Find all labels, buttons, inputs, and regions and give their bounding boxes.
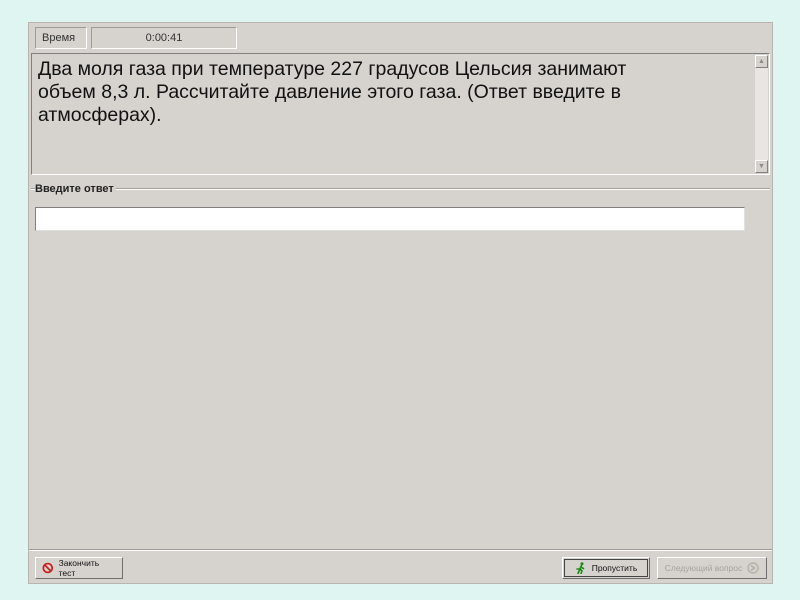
question-scrollbar[interactable]: ▲ ▼ bbox=[755, 55, 768, 173]
skip-label: Пропустить bbox=[591, 563, 638, 573]
next-question-button[interactable]: Следующий вопрос bbox=[657, 557, 767, 579]
timer-label: Время bbox=[35, 27, 87, 49]
running-man-icon bbox=[575, 562, 585, 574]
finish-test-button[interactable]: Закончить тест bbox=[35, 557, 123, 579]
answer-label: Введите ответ bbox=[35, 183, 116, 195]
timer-bar: Время 0:00:41 bbox=[35, 27, 237, 49]
question-text: Два моля газа при температуре 227 градус… bbox=[38, 58, 627, 126]
timer-value: 0:00:41 bbox=[91, 27, 237, 49]
test-window: Время 0:00:41 Два моля газа при температ… bbox=[28, 22, 773, 584]
arrow-up-icon[interactable]: ▲ bbox=[755, 55, 768, 68]
finish-test-label: Закончить тест bbox=[58, 558, 100, 578]
question-box: Два моля газа при температуре 227 градус… bbox=[31, 53, 770, 175]
stop-icon bbox=[42, 562, 54, 574]
next-question-label: Следующий вопрос bbox=[664, 563, 743, 573]
answer-divider bbox=[31, 188, 770, 190]
arrow-down-icon[interactable]: ▼ bbox=[755, 160, 768, 173]
answer-input[interactable] bbox=[35, 207, 745, 231]
bottom-divider bbox=[29, 549, 772, 551]
forward-icon bbox=[747, 562, 759, 574]
skip-button[interactable]: Пропустить bbox=[562, 557, 650, 579]
